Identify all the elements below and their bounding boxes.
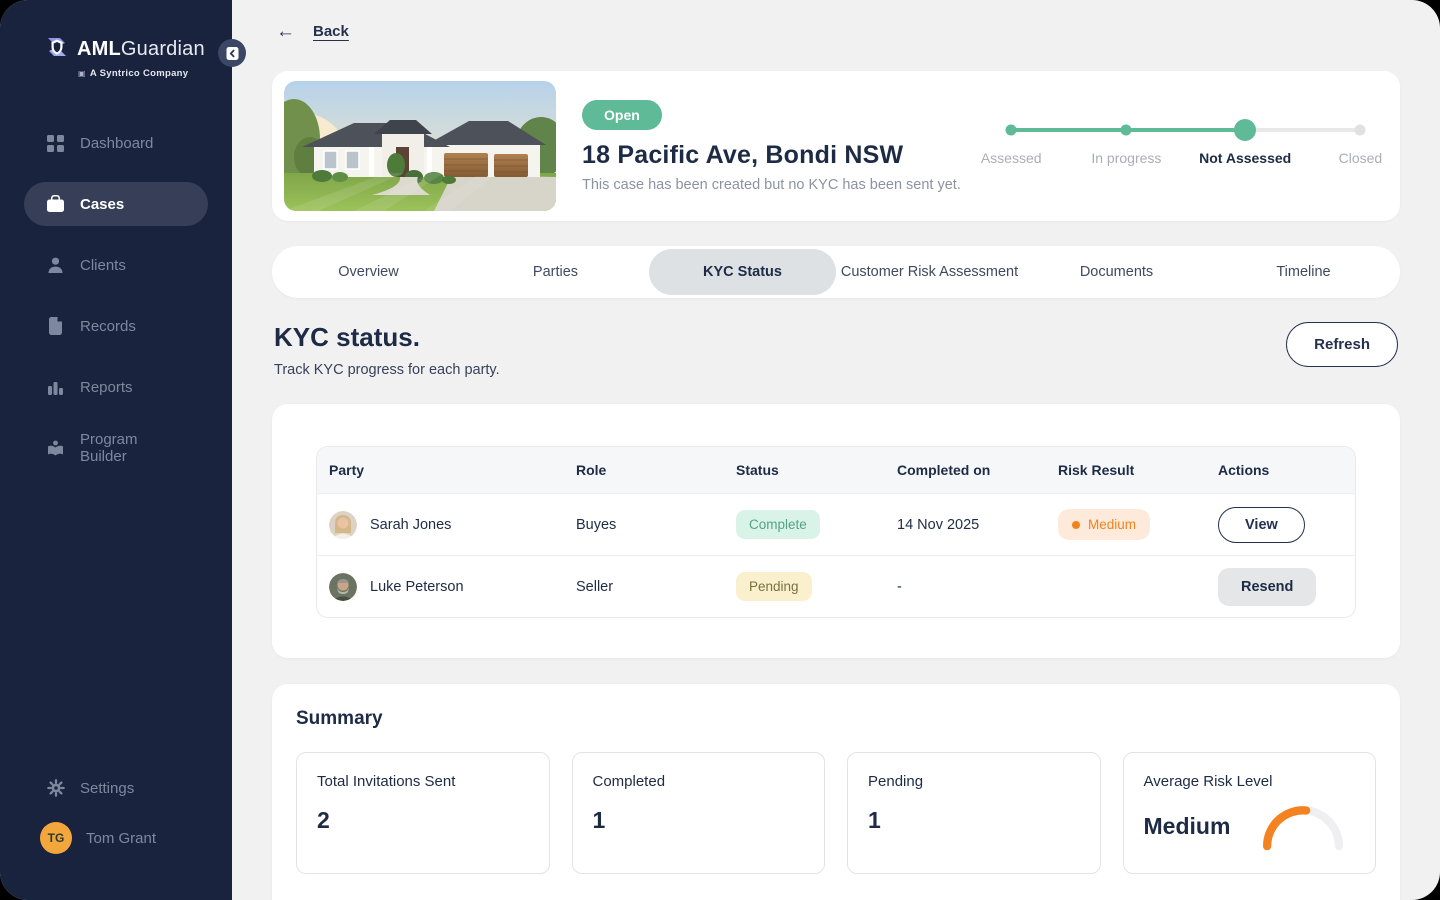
column-header-party: Party — [329, 462, 365, 478]
summary-card-total-invitations: Total Invitations Sent 2 — [296, 752, 550, 874]
sidebar-item-reports[interactable]: Reports — [24, 365, 208, 409]
book-icon — [46, 439, 65, 458]
stepper-dot-assessed — [1005, 124, 1017, 136]
sidebar-footer: Settings TG Tom Grant — [0, 766, 232, 900]
collapse-sidebar-icon — [226, 46, 238, 60]
party-role: Seller — [576, 578, 614, 595]
user-menu[interactable]: TG Tom Grant — [24, 816, 208, 860]
sidebar-item-label: Settings — [80, 779, 135, 797]
tab-documents[interactable]: Documents — [1023, 249, 1210, 295]
document-icon — [46, 317, 65, 336]
party-name: Sarah Jones — [370, 516, 452, 533]
sidebar-item-label: Dashboard — [80, 134, 154, 152]
user-avatar: TG — [40, 822, 72, 854]
brand-tagline: ▣ A Syntrico Company — [78, 68, 189, 79]
page-subtitle: Track KYC progress for each party. — [274, 362, 500, 378]
brand-logo: AMLGuardian ▣ A Syntrico Company — [0, 0, 232, 79]
sidebar-item-settings[interactable]: Settings — [24, 766, 208, 810]
case-title: 18 Pacific Ave, Bondi NSW — [582, 140, 904, 169]
sidebar-item-cases[interactable]: Cases — [24, 182, 208, 226]
table-header-row: Party Role Status Completed on Risk Resu… — [317, 447, 1355, 493]
status-badge: Complete — [736, 510, 820, 539]
back-arrow-icon: ← — [276, 21, 295, 42]
sidebar-item-program-builder[interactable]: Program Builder — [24, 426, 208, 470]
column-header-status: Status — [736, 462, 779, 478]
gear-icon — [46, 779, 65, 798]
risk-badge: Medium — [1058, 509, 1151, 540]
summary-card-pending: Pending 1 — [847, 752, 1101, 874]
summary-title: Summary — [296, 708, 383, 729]
case-status-badge: Open — [582, 99, 662, 130]
case-progress-stepper: Assessed In progress Not Assessed Closed — [981, 114, 1382, 178]
kyc-section-header: KYC status. Track KYC progress for each … — [272, 322, 1400, 378]
case-tabs: Overview Parties KYC Status Customer Ris… — [272, 246, 1400, 298]
stepper-dot-in-progress — [1120, 124, 1132, 136]
sidebar: AMLGuardian ▣ A Syntrico Company Dashboa… — [0, 0, 246, 900]
sidebar-item-label: Cases — [80, 195, 125, 213]
party-name: Luke Peterson — [370, 578, 464, 595]
average-risk-value: Medium — [1143, 813, 1231, 839]
resend-button[interactable]: Resend — [1218, 567, 1317, 606]
bar-chart-icon — [46, 378, 65, 397]
stepper-label: Not Assessed — [1199, 150, 1292, 166]
party-role: Buyes — [576, 516, 617, 533]
stepper-label: Assessed — [980, 150, 1042, 166]
main-content: ← Back Open 18 Pacific Ave, Bondi NSW Th… — [232, 0, 1440, 900]
completed-on: 14 Nov 2025 — [897, 516, 980, 533]
table-row: Sarah Jones Buyes Complete 14 Nov 2025 M… — [317, 493, 1355, 555]
completed-on: - — [897, 578, 902, 595]
risk-dot-icon — [1072, 520, 1080, 529]
property-photo — [284, 81, 556, 211]
tab-kyc-status[interactable]: KYC Status — [649, 249, 836, 295]
summary-panel: Summary Total Invitations Sent 2 Complet… — [272, 684, 1400, 900]
column-header-risk-result: Risk Result — [1058, 462, 1135, 478]
person-icon — [46, 256, 65, 275]
stepper-dot-not-assessed — [1234, 119, 1257, 141]
case-header-card: Open 18 Pacific Ave, Bondi NSW This case… — [272, 71, 1400, 221]
kyc-table: Party Role Status Completed on Risk Resu… — [316, 446, 1356, 618]
sidebar-item-label: Reports — [80, 378, 133, 396]
app-window: AMLGuardian ▣ A Syntrico Company Dashboa… — [0, 0, 1440, 900]
sidebar-item-records[interactable]: Records — [24, 304, 208, 348]
column-header-completed-on: Completed on — [897, 462, 991, 478]
page-title: KYC status. — [274, 322, 420, 352]
table-row: Luke Peterson Seller Pending - Resend — [317, 555, 1355, 617]
view-button[interactable]: View — [1218, 506, 1305, 543]
kyc-table-panel: Party Role Status Completed on Risk Resu… — [272, 404, 1400, 658]
stepper-dot-closed — [1354, 124, 1366, 136]
status-badge: Pending — [736, 572, 812, 601]
shield-logo-icon — [44, 34, 70, 65]
sidebar-item-label: Program Builder — [80, 431, 138, 465]
party-avatar — [329, 572, 357, 601]
risk-gauge-icon — [1262, 806, 1344, 851]
sidebar-item-label: Clients — [80, 256, 126, 274]
tab-parties[interactable]: Parties — [462, 249, 649, 295]
summary-card-average-risk: Average Risk Level Medium — [1122, 752, 1376, 874]
brand-name: AMLGuardian — [77, 38, 205, 60]
party-avatar — [329, 510, 357, 539]
back-link[interactable]: ← Back — [272, 22, 1400, 41]
summary-card-completed: Completed 1 — [571, 752, 825, 874]
case-description: This case has been created but no KYC ha… — [582, 176, 961, 193]
stepper-label: Closed — [1338, 150, 1383, 166]
sidebar-item-label: Records — [80, 317, 136, 335]
refresh-button[interactable]: Refresh — [1286, 322, 1398, 367]
briefcase-icon — [46, 194, 65, 214]
user-name: Tom Grant — [86, 829, 157, 847]
sidebar-item-dashboard[interactable]: Dashboard — [24, 121, 208, 165]
case-info: Open 18 Pacific Ave, Bondi NSW This case… — [582, 99, 1004, 193]
sidebar-item-clients[interactable]: Clients — [24, 243, 208, 287]
syntrico-mini-icon: ▣ — [78, 69, 86, 78]
tab-overview[interactable]: Overview — [275, 249, 462, 295]
column-header-role: Role — [576, 462, 607, 478]
dashboard-grid-icon — [46, 134, 65, 153]
sidebar-nav: Dashboard Cases Clients Records Reports … — [0, 121, 232, 470]
sidebar-collapse-button[interactable] — [218, 39, 246, 67]
tab-timeline[interactable]: Timeline — [1210, 249, 1397, 295]
tab-customer-risk-assessment[interactable]: Customer Risk Assessment — [836, 249, 1023, 295]
column-header-actions: Actions — [1218, 462, 1270, 478]
stepper-label: In progress — [1091, 150, 1162, 166]
